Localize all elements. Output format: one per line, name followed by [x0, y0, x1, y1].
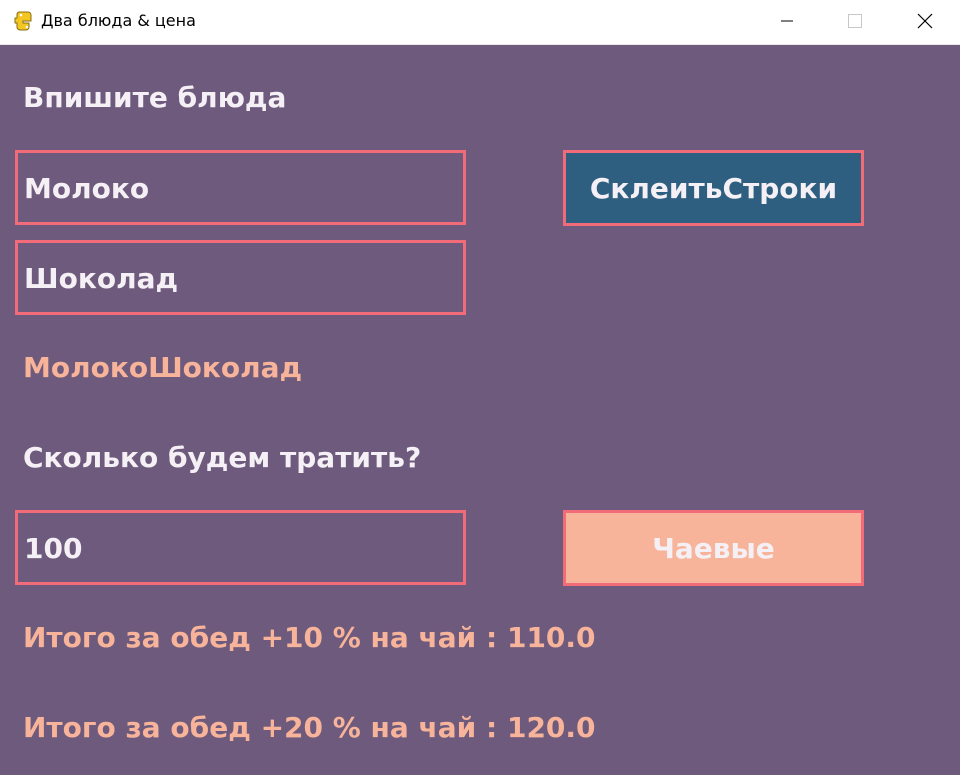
dish2-input[interactable]: Шоколад	[15, 240, 466, 315]
window-title: Два блюда & цена	[41, 11, 196, 30]
amount-input[interactable]: 100	[15, 510, 466, 585]
dishes-heading: Впишите блюда	[23, 81, 287, 114]
concat-button[interactable]: СклеитьСтроки	[563, 150, 864, 226]
maximize-icon	[848, 14, 862, 28]
title-bar[interactable]: Два блюда & цена	[0, 0, 960, 45]
app-window: Впишите блюда Молоко СклеитьСтроки Шокол…	[0, 45, 960, 775]
python-icon	[14, 11, 32, 31]
tip-10-result: Итого за обед +10 % на чай : 110.0	[23, 621, 596, 654]
concat-result: МолокоШоколад	[23, 351, 303, 384]
dish2-value: Шоколад	[24, 262, 179, 295]
minimize-button[interactable]	[764, 0, 810, 44]
close-button[interactable]	[901, 0, 947, 44]
tips-button[interactable]: Чаевые	[563, 510, 864, 586]
tip-20-result: Итого за обед +20 % на чай : 120.0	[23, 711, 596, 744]
close-icon	[917, 13, 933, 29]
dish1-input[interactable]: Молоко	[15, 150, 466, 225]
amount-value: 100	[24, 532, 83, 565]
budget-heading: Сколько будем тратить?	[23, 441, 422, 474]
maximize-button[interactable]	[831, 0, 877, 44]
dish1-value: Молоко	[24, 172, 150, 205]
minimize-icon	[781, 20, 793, 22]
